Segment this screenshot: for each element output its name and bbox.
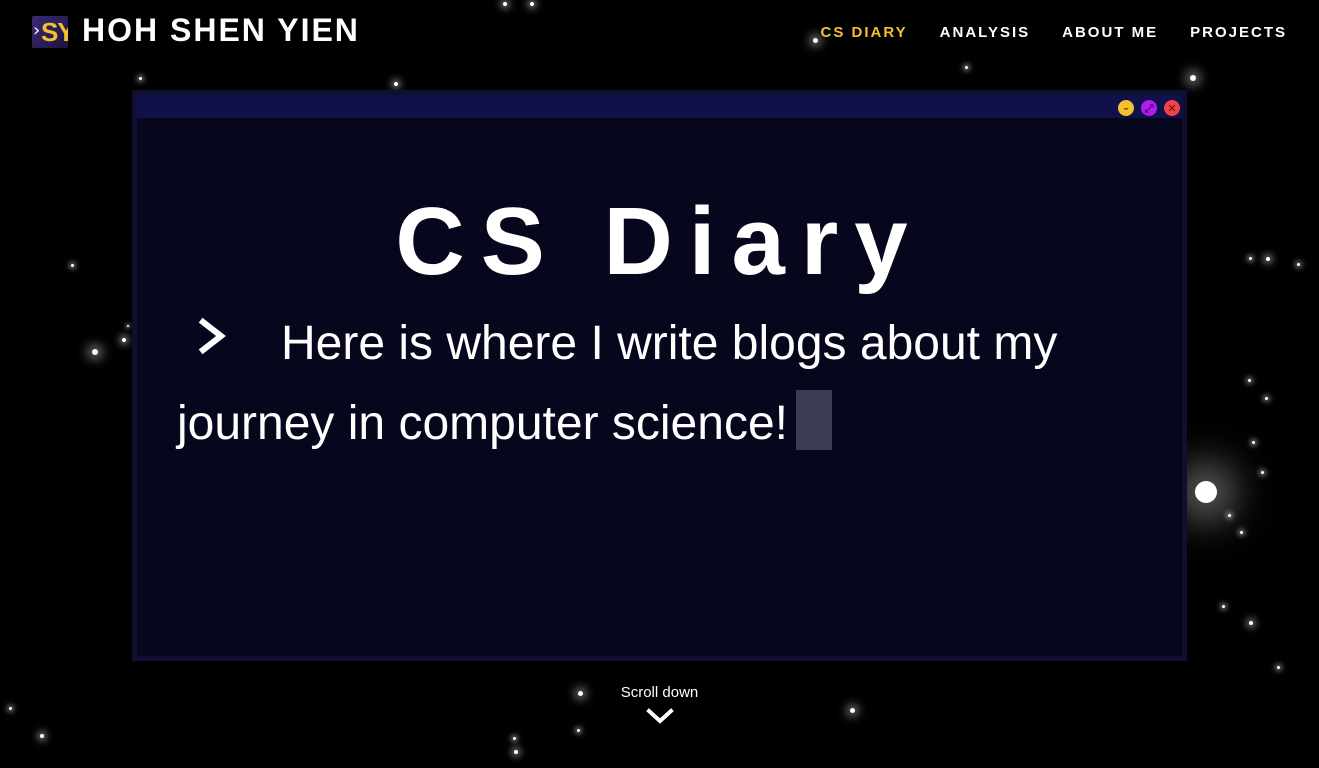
page: › SY HOH SHEN YIEN CS DIARY ANALYSIS ABO…: [0, 0, 1319, 768]
terminal-text: Here is where I write blogs about my jou…: [177, 317, 1058, 450]
close-icon[interactable]: ✕: [1164, 100, 1180, 116]
star: [1296, 262, 1300, 266]
star: [1221, 604, 1225, 608]
star: [1239, 530, 1243, 534]
site-header: › SY HOH SHEN YIEN CS DIARY ANALYSIS ABO…: [0, 0, 1319, 66]
minimize-icon[interactable]: –: [1118, 100, 1134, 116]
star: [394, 82, 398, 86]
star: [127, 325, 129, 327]
star: [1195, 481, 1217, 503]
nav-link-projects[interactable]: PROJECTS: [1190, 24, 1287, 41]
star: [1251, 440, 1255, 444]
star: [138, 76, 142, 80]
star: [514, 750, 518, 754]
star: [1266, 257, 1270, 261]
nav-link-cs-diary[interactable]: CS DIARY: [821, 24, 908, 41]
main-nav: CS DIARY ANALYSIS ABOUT ME PROJECTS: [821, 24, 1287, 41]
prompt-chevron-icon: [198, 302, 259, 379]
scroll-down-label[interactable]: Scroll down: [0, 684, 1319, 701]
logo-caret-icon: ›: [33, 20, 41, 41]
star: [1227, 513, 1231, 517]
star: [70, 263, 74, 267]
brand-name[interactable]: HOH SHEN YIEN: [82, 12, 360, 49]
terminal-window: – ⤢ ✕ CS Diary Here is where I write blo…: [132, 90, 1187, 661]
star: [576, 728, 580, 732]
window-titlebar: – ⤢ ✕: [137, 95, 1182, 118]
star: [1248, 256, 1252, 260]
star: [1276, 665, 1280, 669]
star: [40, 734, 44, 738]
chevron-down-icon[interactable]: [645, 707, 674, 725]
star: [1247, 378, 1251, 382]
star: [1260, 470, 1264, 474]
nav-link-analysis[interactable]: ANALYSIS: [940, 24, 1030, 41]
page-title: CS Diary: [395, 188, 924, 295]
star: [1264, 396, 1268, 400]
star: [512, 736, 516, 740]
nav-link-about-me[interactable]: ABOUT ME: [1062, 24, 1158, 41]
terminal-line: Here is where I write blogs about my jou…: [177, 305, 1137, 462]
logo-monogram: SY: [41, 17, 68, 47]
maximize-icon[interactable]: ⤢: [1141, 100, 1157, 116]
site-logo[interactable]: › SY: [32, 16, 68, 48]
scroll-down[interactable]: Scroll down: [0, 684, 1319, 725]
star: [1190, 75, 1196, 81]
text-cursor: [795, 390, 832, 451]
star: [92, 349, 98, 355]
star: [122, 338, 126, 342]
star: [1249, 621, 1253, 625]
